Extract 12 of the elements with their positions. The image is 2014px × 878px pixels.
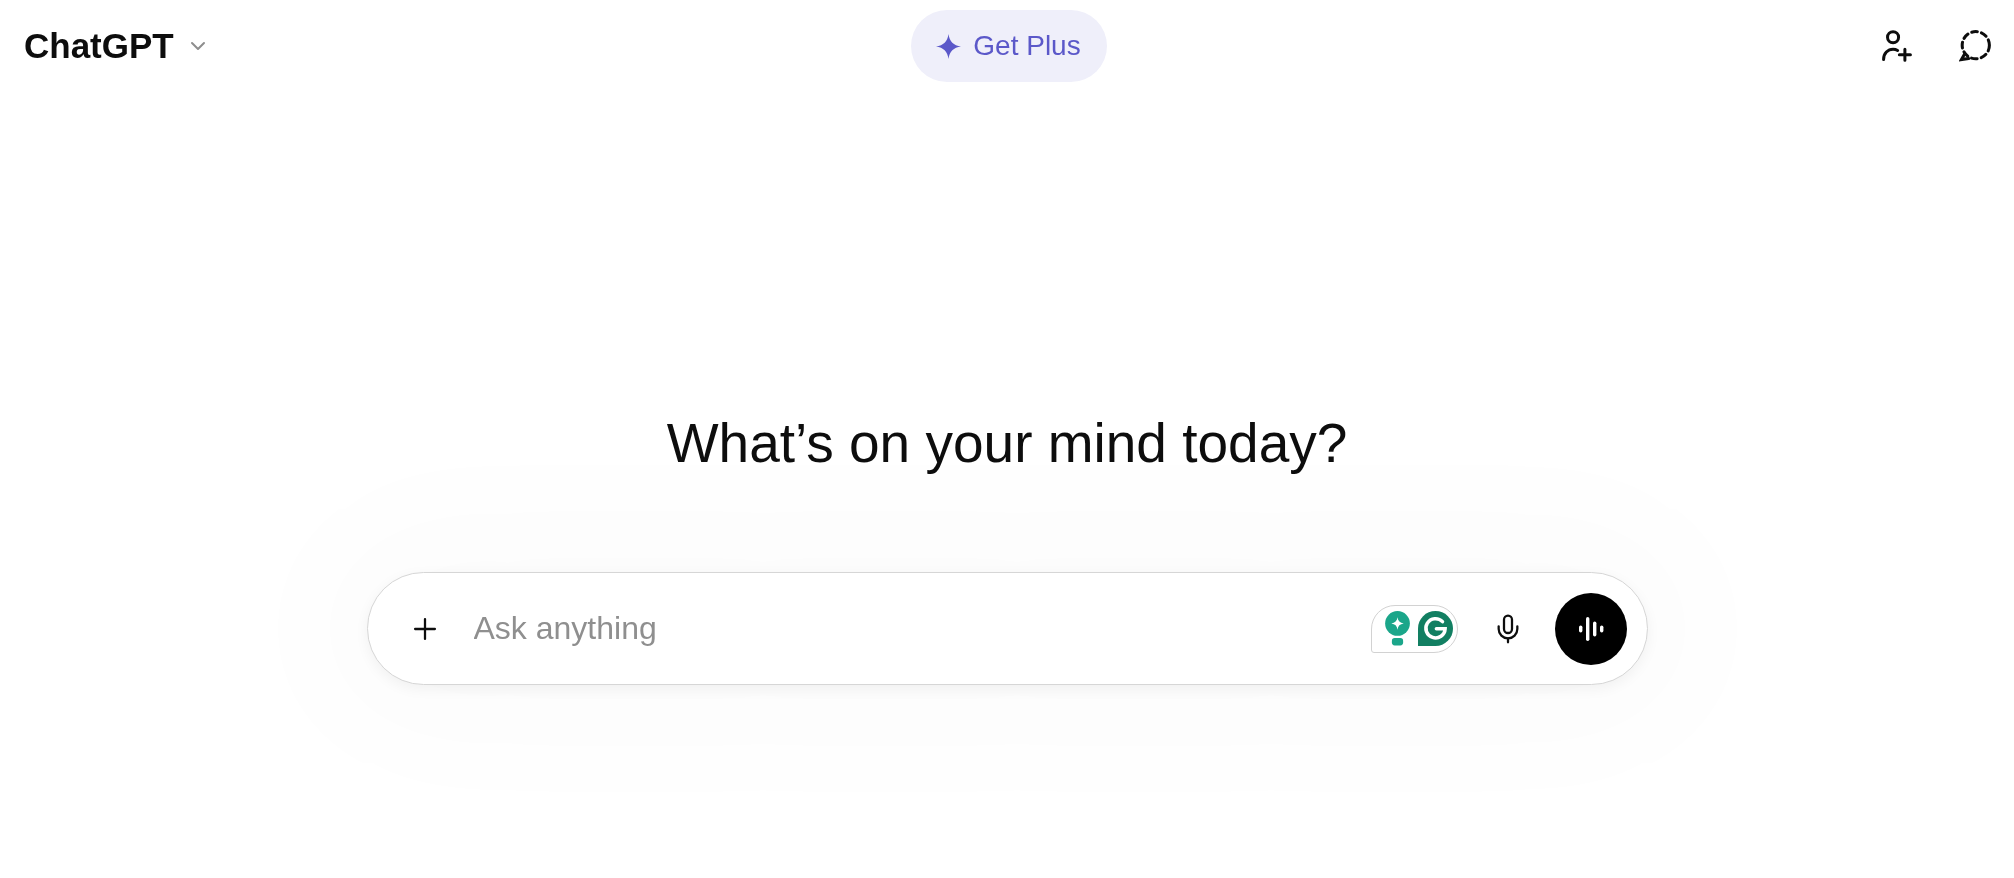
upgrade-button[interactable]: Get Plus — [910, 10, 1107, 82]
page-heading: What’s on your mind today? — [666, 411, 1348, 476]
extension-widget[interactable] — [1370, 604, 1458, 653]
dashed-chat-bubble-icon — [1959, 30, 1991, 62]
lightbulb-icon — [1383, 611, 1411, 646]
sound-wave-icon — [1577, 615, 1604, 642]
user-plus-icon — [1882, 30, 1912, 62]
model-selector[interactable]: ChatGPT — [24, 26, 210, 66]
sparkle-icon — [936, 33, 962, 59]
letter-g-icon — [1417, 611, 1453, 646]
composer-bar[interactable]: Ask anything — [366, 572, 1648, 685]
message-input[interactable]: Ask anything — [473, 606, 1371, 651]
